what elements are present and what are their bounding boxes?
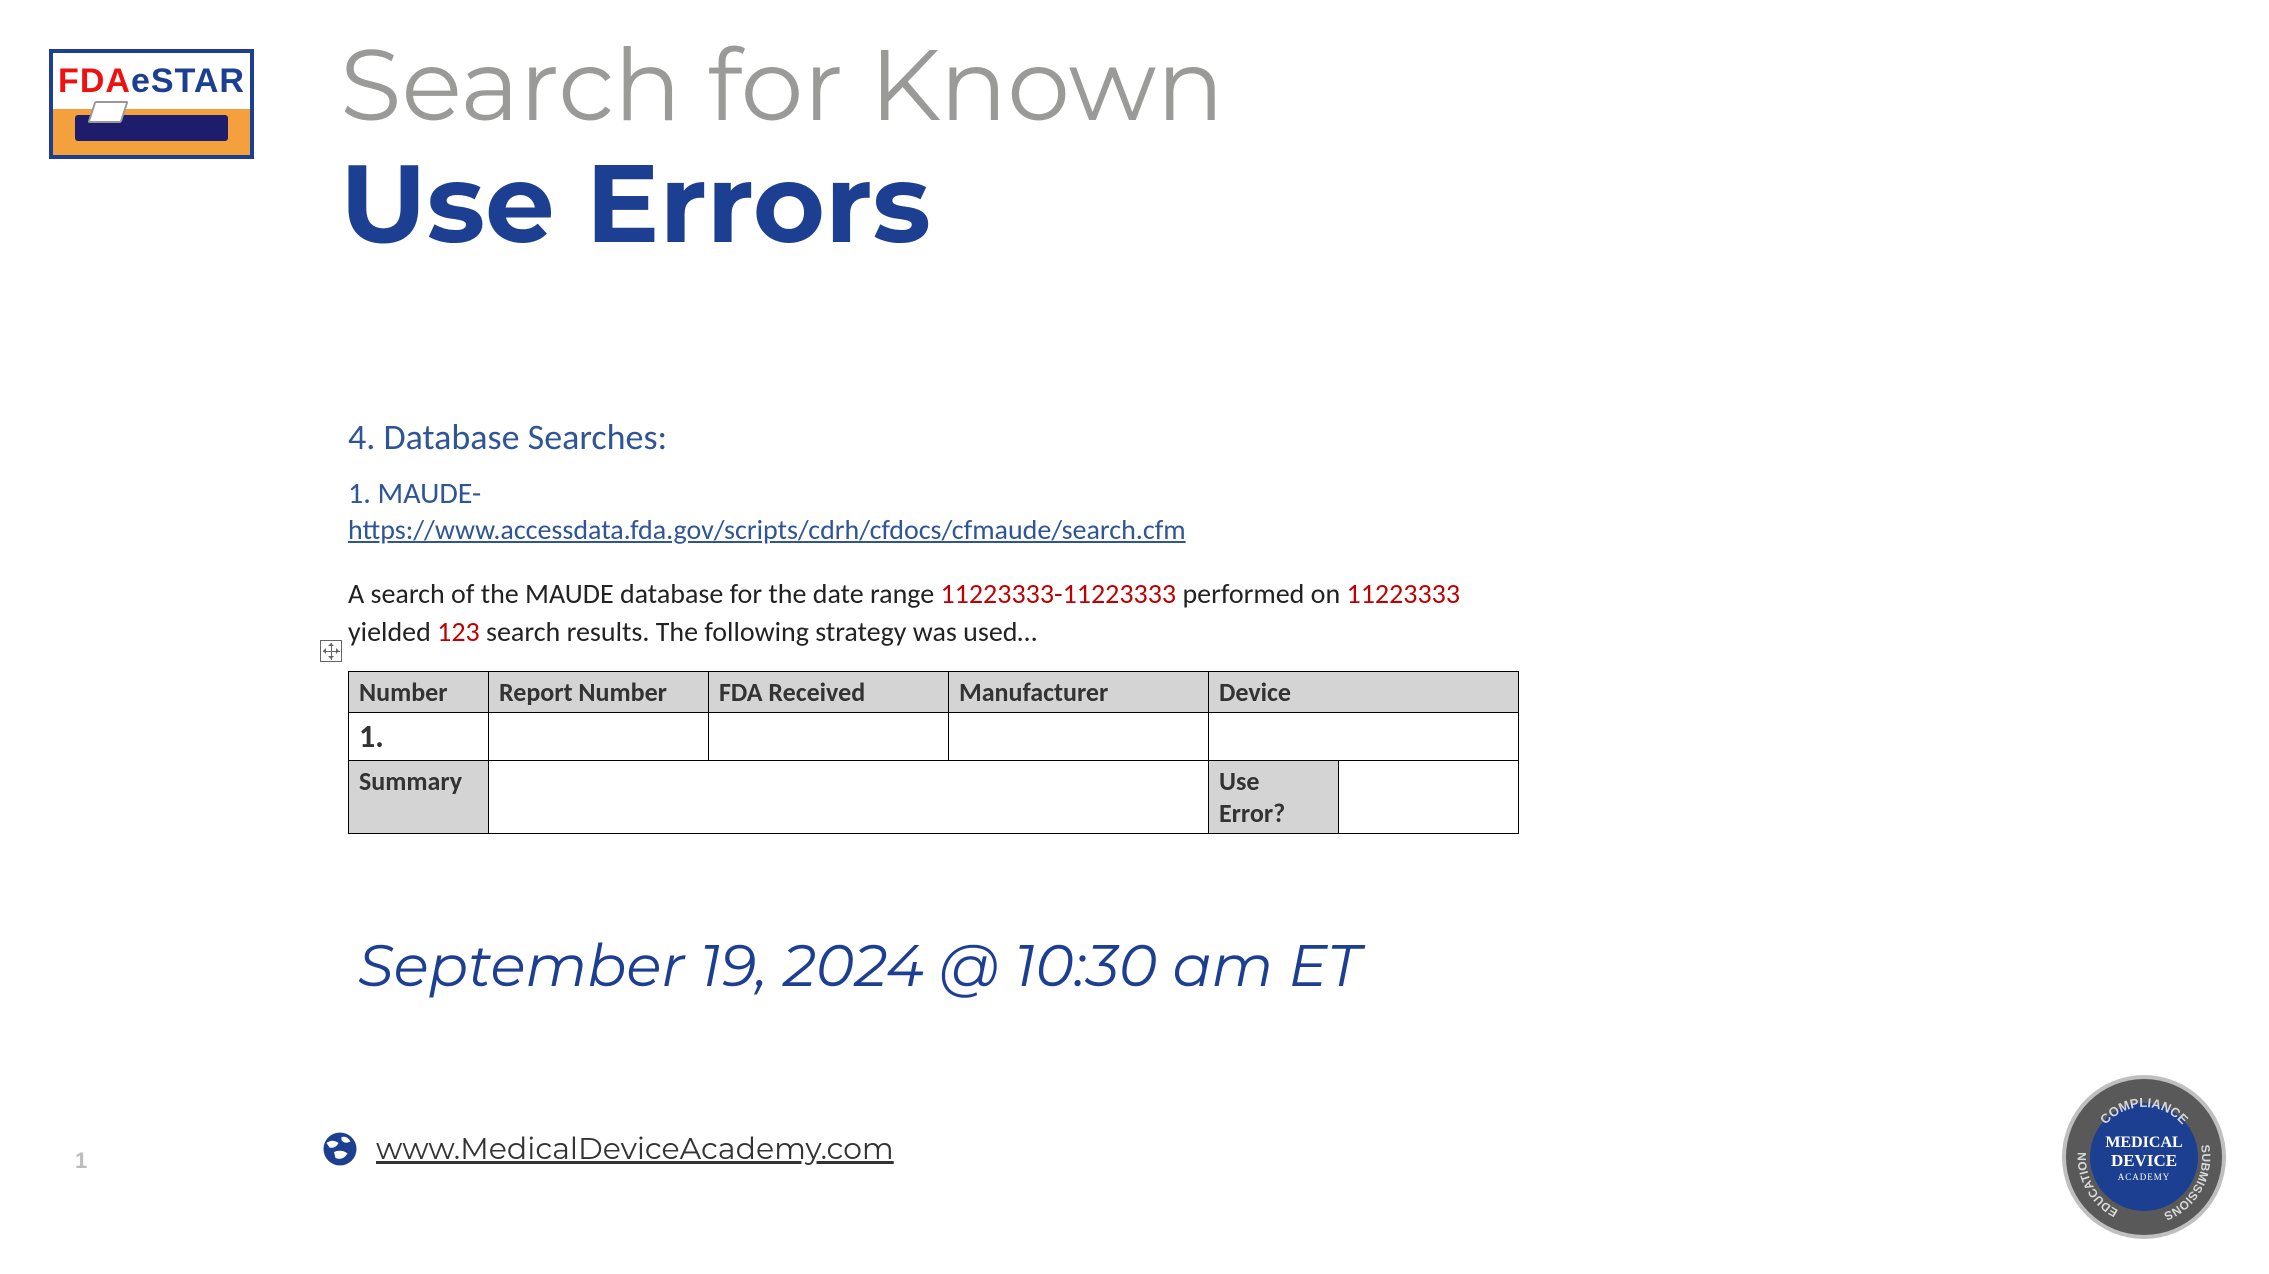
results-table: Number Report Number FDA Received Manufa…	[348, 671, 1519, 834]
table-move-handle-icon[interactable]	[320, 640, 342, 662]
table-row: 1.	[349, 712, 1519, 760]
fdaestar-logo-text: FDAeSTAR	[53, 53, 250, 109]
section-heading: 4. Database Searches:	[348, 415, 1548, 459]
cell-fda-received	[709, 712, 949, 760]
search-description: A search of the MAUDE database for the d…	[348, 575, 1478, 651]
page-number: 1	[75, 1148, 87, 1174]
desc-result-count: 123	[437, 614, 480, 649]
svg-text:MEDICAL: MEDICAL	[2105, 1134, 2182, 1151]
cell-device	[1209, 712, 1519, 760]
col-report-number: Report Number	[489, 671, 709, 712]
footer: www.MedicalDeviceAcademy.com	[322, 1130, 894, 1167]
table-summary-row: Summary Use Error?	[349, 760, 1519, 833]
table-header-row: Number Report Number FDA Received Manufa…	[349, 671, 1519, 712]
cell-report-number	[489, 712, 709, 760]
content-body: 4. Database Searches: 1. MAUDE- https://…	[348, 415, 1548, 834]
desc-date-range: 11223333-11223333	[940, 576, 1176, 611]
desc-mid2: yielded	[348, 614, 437, 649]
fdaestar-logo: FDAeSTAR	[49, 49, 254, 159]
desc-performed-on: 11223333	[1347, 576, 1461, 611]
cell-number: 1.	[349, 712, 489, 760]
medical-device-academy-badge-icon: COMPLIANCE EDUCATION SUBMISSIONS MEDICAL…	[2059, 1072, 2229, 1242]
cell-use-error-label: Use Error?	[1209, 760, 1339, 833]
desc-pre: A search of the MAUDE database for the d…	[348, 576, 940, 611]
footer-website-link[interactable]: www.MedicalDeviceAcademy.com	[376, 1130, 894, 1167]
desc-post: search results. The following strategy w…	[480, 614, 1037, 649]
fdaestar-logo-device-icon	[75, 115, 228, 141]
desc-mid1: performed on	[1176, 576, 1346, 611]
col-number: Number	[349, 671, 489, 712]
slide-title: Search for Known Use Errors	[340, 30, 1224, 267]
event-datetime: September 19, 2024 @ 10:30 am ET	[358, 930, 1361, 1001]
globe-icon	[322, 1131, 358, 1167]
cell-use-error-value	[1339, 760, 1519, 833]
col-device: Device	[1209, 671, 1519, 712]
sub-heading: 1. MAUDE-	[348, 475, 1548, 512]
cell-summary-value	[489, 760, 1209, 833]
cell-summary-label: Summary	[349, 760, 489, 833]
title-line-2: Use Errors	[340, 140, 1224, 267]
maude-link[interactable]: https://www.accessdata.fda.gov/scripts/c…	[348, 512, 1186, 547]
col-fda-received: FDA Received	[709, 671, 949, 712]
svg-text:DEVICE: DEVICE	[2111, 1151, 2177, 1170]
col-manufacturer: Manufacturer	[949, 671, 1209, 712]
title-line-1: Search for Known	[340, 30, 1224, 140]
svg-text:ACADEMY: ACADEMY	[2118, 1172, 2171, 1182]
cell-manufacturer	[949, 712, 1209, 760]
